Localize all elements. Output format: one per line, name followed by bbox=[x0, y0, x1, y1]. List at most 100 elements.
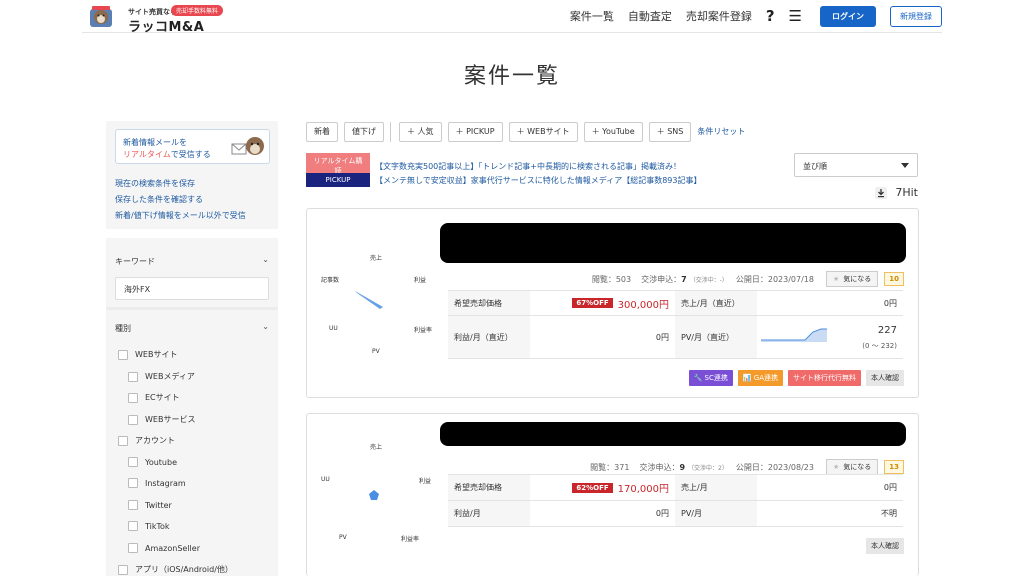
login-button[interactable]: ログイン bbox=[820, 5, 876, 27]
mail-notify-line1: 新着情報メールを bbox=[123, 138, 187, 147]
type-checkbox-ec-site[interactable]: ECサイト bbox=[128, 392, 180, 403]
promo-text[interactable]: 【メンテ無しで安定収益】家事代行サービスに特化した情報メディア【総記事数893記… bbox=[375, 175, 701, 186]
promo-text[interactable]: 【文字数充実500記事以上】「トレンド記事+中長期的に検索される記事」掲載済み！ bbox=[375, 161, 681, 172]
profit-value: 0円 bbox=[655, 332, 669, 342]
listing-stats-grid: 希望売却価格 67%OFF 300,000円 売上/月（直近） 0円 利益/月（直… bbox=[448, 290, 903, 359]
filter-divider bbox=[390, 121, 391, 142]
radar-label-pv: PV bbox=[339, 534, 347, 541]
radar-label-sales: 売上 bbox=[370, 444, 383, 451]
radar-shape bbox=[355, 291, 383, 309]
listing-stats-grid: 希望売却価格 62%OFF 170,000円 売上/月 0円 利益/月 0円 PV… bbox=[448, 474, 903, 527]
filter-price-down-chip[interactable]: 値下げ bbox=[344, 121, 384, 142]
filter-website-chip[interactable]: ＋ WEBサイト bbox=[508, 121, 578, 142]
type-section-title[interactable]: 種別 bbox=[115, 323, 131, 334]
price-label: 希望売却価格 bbox=[448, 291, 530, 315]
keyword-input[interactable]: 海外FX bbox=[115, 277, 269, 300]
sidebar-divider bbox=[106, 229, 278, 238]
pv-label: PV/月（直近） bbox=[675, 316, 757, 358]
filter-youtube-chip[interactable]: ＋ YouTube bbox=[583, 121, 643, 142]
pv-value: 不明 bbox=[881, 509, 897, 518]
radar-label-sales: 売上 bbox=[370, 255, 383, 262]
stats-row: 利益/月（直近） 0円 PV/月（直近） 227 (0 〜 232) bbox=[448, 316, 903, 359]
main-nav: 案件一覧 自動査定 売却案件登録 ? ☰ ログイン 新規登録 bbox=[556, 5, 942, 27]
checkbox[interactable] bbox=[118, 564, 128, 575]
type-checkbox-web-site[interactable]: WEBサイト bbox=[118, 349, 177, 360]
listing-card[interactable]: 売上 UU 利益 PV 利益率 閲覧：371 交渉申込：9 （交渉中：2） 公開… bbox=[306, 413, 919, 576]
mail-notify-line2: リアルタイムで受信する bbox=[123, 150, 211, 159]
saved-search-link[interactable]: 保存した条件を確認する bbox=[115, 194, 203, 205]
hit-count: 7Hit bbox=[875, 186, 918, 199]
feature-tags: 本人確認 bbox=[861, 538, 904, 554]
register-button[interactable]: 新規登録 bbox=[890, 5, 942, 27]
save-search-link[interactable]: 現在の検索条件を保存 bbox=[115, 178, 195, 189]
filter-new-chip[interactable]: 新着 bbox=[306, 121, 338, 142]
negotiation-label: 交渉申込：7 bbox=[641, 274, 687, 284]
pv-value-cell: 227 (0 〜 232) bbox=[757, 316, 903, 358]
identity-verified-tag: 本人確認 bbox=[866, 538, 904, 554]
free-migration-tag: サイト移行代行無料 bbox=[788, 370, 861, 386]
radar-shape bbox=[369, 490, 379, 500]
filter-sns-chip[interactable]: ＋ SNS bbox=[648, 121, 692, 142]
type-checkbox-amazon-seller[interactable]: AmazonSeller bbox=[128, 543, 200, 553]
type-checkbox-tiktok[interactable]: TikTok bbox=[128, 521, 170, 531]
checkbox[interactable] bbox=[128, 457, 138, 467]
published-date: 公開日：2023/08/23 bbox=[735, 462, 814, 472]
radar-label-uu: UU bbox=[329, 325, 338, 332]
checkbox[interactable] bbox=[118, 349, 128, 360]
sales-label: 売上/月（直近） bbox=[675, 291, 757, 315]
checkbox[interactable] bbox=[128, 414, 138, 425]
mail-notify-button[interactable]: 新着情報メールを リアルタイムで受信する bbox=[115, 129, 270, 164]
promo-banner-pickup[interactable]: PICKUP 【メンテ無しで安定収益】家事代行サービスに特化した情報メディア【総… bbox=[306, 173, 701, 187]
favorite-button[interactable]: ★ 気になる bbox=[825, 271, 879, 287]
star-icon: ★ bbox=[832, 463, 840, 471]
checkbox[interactable] bbox=[128, 521, 138, 531]
ga-linked-tag: 📊 GA連携 bbox=[737, 370, 783, 386]
checkbox[interactable] bbox=[128, 500, 138, 510]
radar-label-profit-rate: 利益率 bbox=[414, 327, 433, 334]
other-notify-link[interactable]: 新着/値下げ情報をメール以外で受信 bbox=[115, 210, 246, 221]
favorite-count: 10 bbox=[884, 272, 904, 286]
type-checkbox-app[interactable]: アプリ（iOS/Android/他） bbox=[118, 564, 233, 575]
radar-label-profit-rate: 利益率 bbox=[401, 536, 420, 543]
pv-sparkline bbox=[761, 328, 827, 342]
help-icon[interactable]: ? bbox=[766, 7, 775, 25]
radar-label-pv: PV bbox=[372, 348, 380, 355]
pv-label: PV/月 bbox=[675, 501, 757, 526]
type-checkbox-account[interactable]: アカウント bbox=[118, 435, 175, 446]
radar-label-articles: 記事数 bbox=[321, 277, 340, 284]
menu-icon[interactable]: ☰ bbox=[789, 7, 802, 25]
checkbox[interactable] bbox=[128, 478, 138, 488]
favorite-count: 13 bbox=[884, 460, 904, 474]
type-checkbox-web-media[interactable]: WEBメディア bbox=[128, 371, 195, 382]
listing-card[interactable]: 売上 記事数 利益 UU 利益率 PV 閲覧：503 交渉申込：7 （交渉中：-… bbox=[306, 208, 919, 398]
nav-auto-appraisal[interactable]: 自動査定 bbox=[628, 8, 672, 24]
type-checkbox-web-service[interactable]: WEBサービス bbox=[128, 414, 195, 425]
checkbox[interactable] bbox=[128, 543, 138, 553]
profit-label: 利益/月 bbox=[448, 501, 530, 526]
nav-listings[interactable]: 案件一覧 bbox=[570, 8, 614, 24]
discount-badge: 67%OFF bbox=[572, 298, 613, 308]
reset-filters-link[interactable]: 条件リセット bbox=[697, 126, 745, 137]
pv-value: 227 bbox=[877, 325, 897, 336]
checkbox[interactable] bbox=[118, 435, 128, 446]
views-count: 閲覧：503 bbox=[591, 274, 632, 284]
type-checkbox-twitter[interactable]: Twitter bbox=[128, 500, 172, 510]
sort-select[interactable]: 並び順 bbox=[794, 153, 918, 177]
site-logo[interactable]: サイト売買なら 売却手数料無料 ラッコM&A bbox=[88, 3, 238, 35]
sales-label: 売上/月 bbox=[675, 475, 757, 500]
logo-text: ラッコM&A bbox=[128, 20, 205, 35]
filter-popular-chip[interactable]: ＋ 人気 bbox=[399, 121, 442, 142]
download-icon[interactable] bbox=[875, 186, 888, 199]
keyword-section-title[interactable]: キーワード bbox=[115, 256, 155, 267]
checkbox[interactable] bbox=[128, 371, 138, 382]
filter-pickup-chip[interactable]: ＋ PICKUP bbox=[447, 121, 503, 142]
checkbox[interactable] bbox=[128, 392, 138, 403]
type-checkbox-instagram[interactable]: Instagram bbox=[128, 478, 186, 488]
type-chevron-down-icon[interactable]: ⌄ bbox=[262, 322, 269, 331]
discount-badge: 62%OFF bbox=[572, 482, 613, 493]
favorite-button[interactable]: ★ 気になる bbox=[825, 459, 879, 475]
keyword-chevron-down-icon[interactable]: ⌄ bbox=[262, 255, 269, 264]
redacted-title-bar bbox=[440, 223, 906, 263]
nav-sell-registration[interactable]: 売却案件登録 bbox=[686, 8, 752, 24]
type-checkbox-youtube[interactable]: Youtube bbox=[128, 457, 177, 467]
